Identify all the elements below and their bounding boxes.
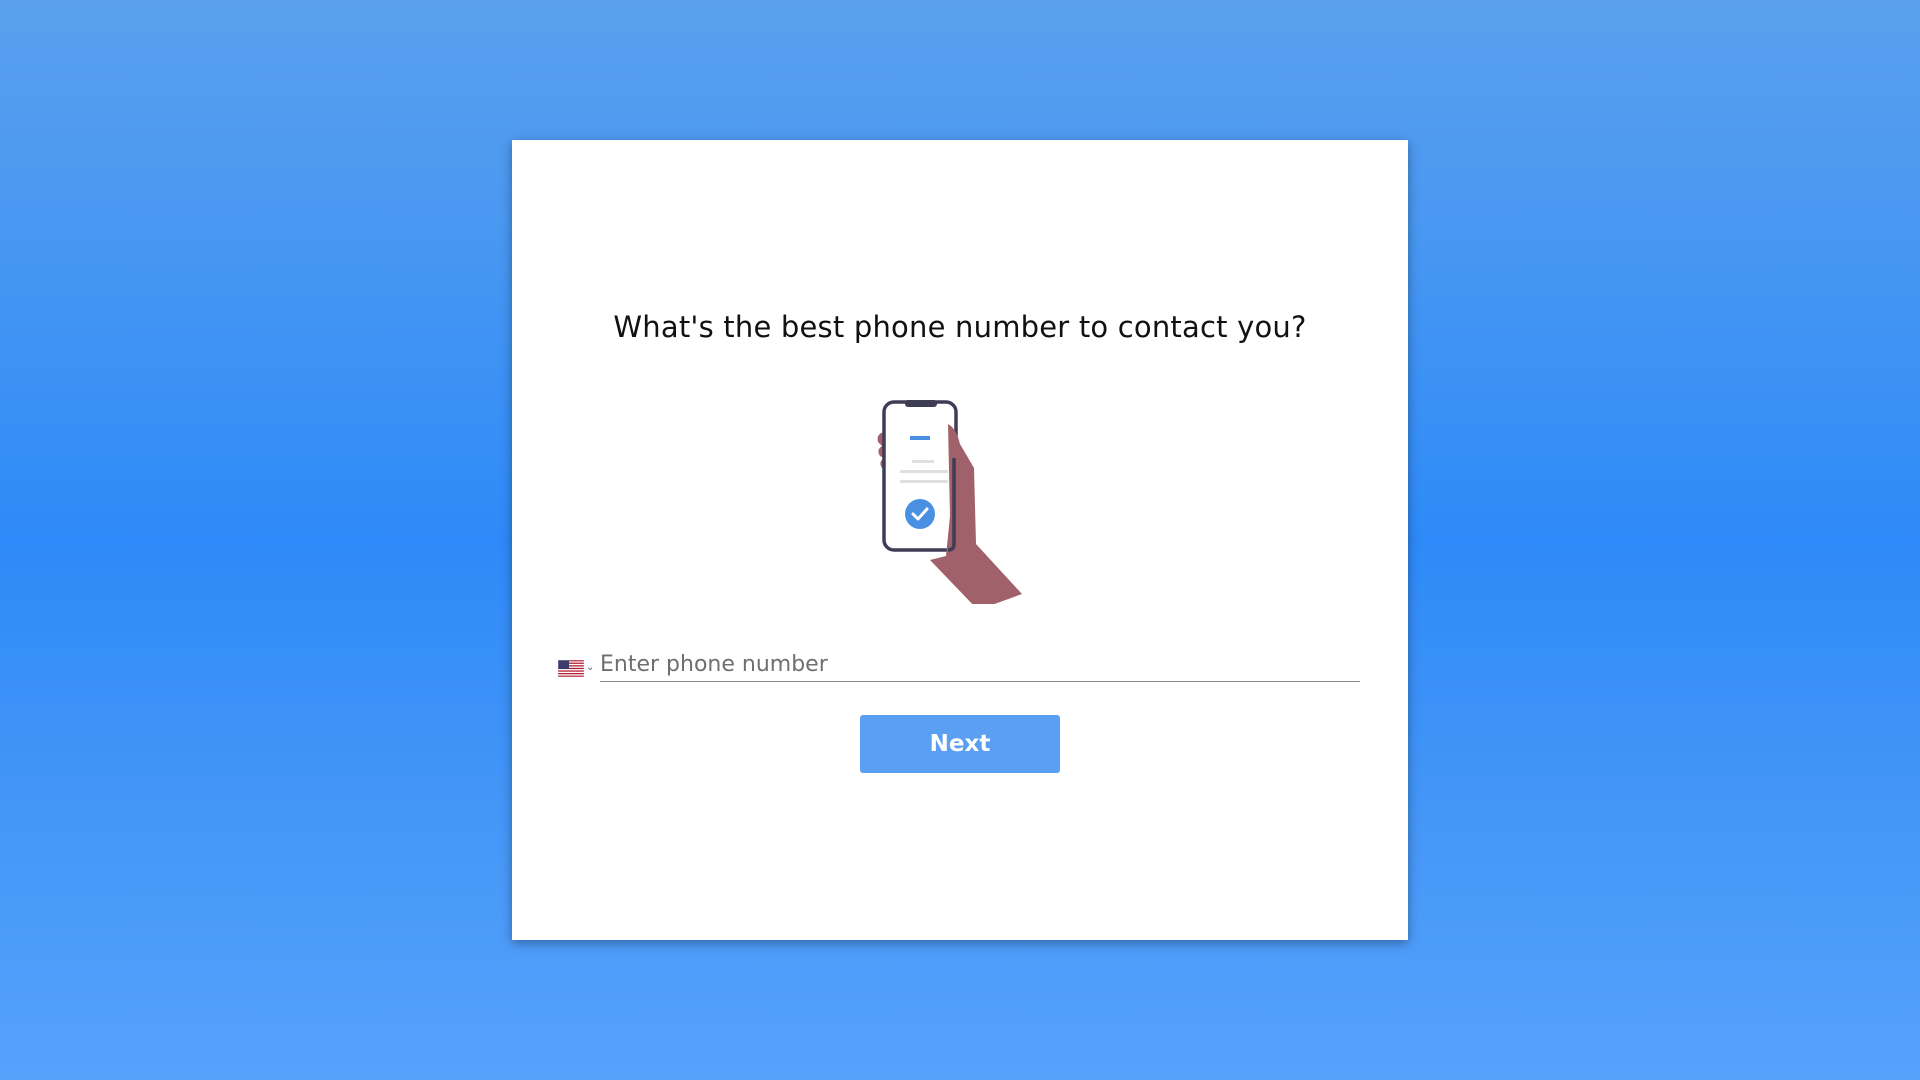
next-button[interactable]: Next	[860, 715, 1060, 773]
question-title: What's the best phone number to contact …	[613, 310, 1307, 344]
us-flag-icon	[557, 659, 585, 678]
hand-holding-phone-check-icon	[870, 398, 1050, 610]
check-circle-icon	[905, 499, 935, 529]
chevron-down-icon: ⌄	[586, 662, 595, 673]
phone-number-input[interactable]	[600, 650, 1360, 682]
phone-number-field: ⌄	[557, 650, 1360, 684]
country-selector[interactable]: ⌄	[557, 657, 598, 679]
